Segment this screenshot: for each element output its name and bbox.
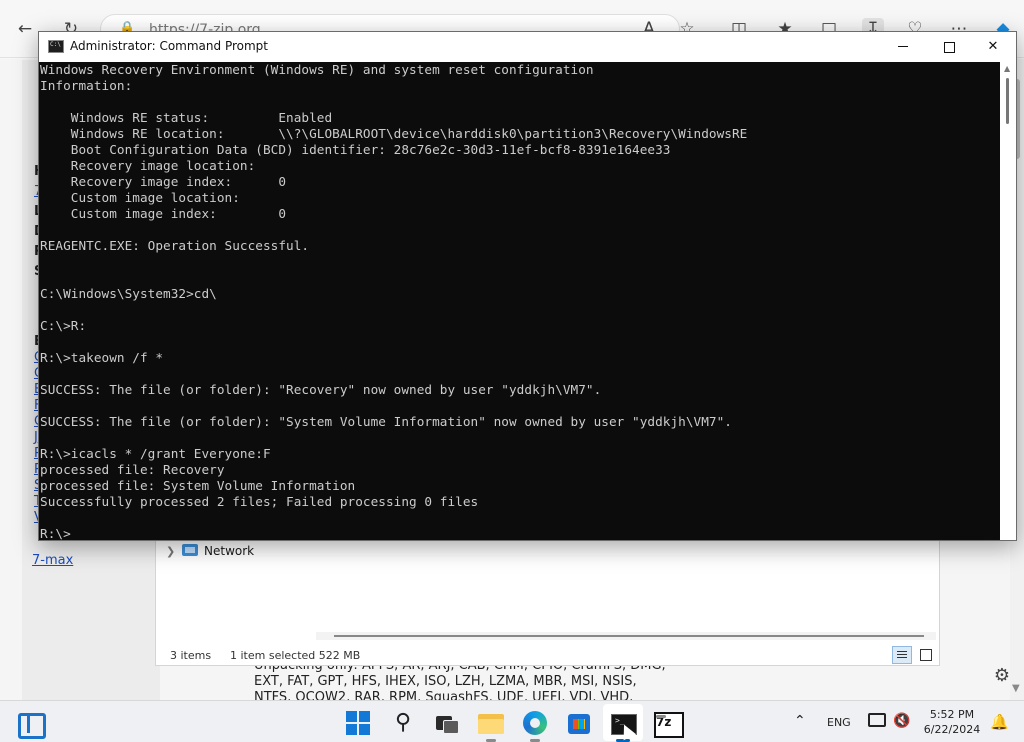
command-prompt-window[interactable]: Administrator: Command Prompt ✕ Windows … <box>38 31 1017 541</box>
cmd-app-icon[interactable] <box>48 40 64 53</box>
console-line: SUCCESS: The file (or folder): "System V… <box>40 414 732 429</box>
console-line: Recovery image index: 0 <box>40 174 287 189</box>
status-selection: 1 item selected 522 MB <box>230 649 361 662</box>
taskbar: ⚲ 7z ⌃ ENG 🔇 5:52 PM 6/22/2024 🔔 <box>0 700 1024 742</box>
gear-icon[interactable]: ⚙ <box>990 665 1014 689</box>
console-line: Successfully processed 2 files; Failed p… <box>40 494 479 509</box>
task-view-icon[interactable] <box>431 707 463 739</box>
file-explorer-icon[interactable] <box>475 707 507 742</box>
display-icon[interactable] <box>868 713 886 727</box>
cmd-titlebar[interactable]: Administrator: Command Prompt ✕ <box>39 32 1016 62</box>
console-prompt-line[interactable]: R:\> <box>40 526 1000 540</box>
console-scrollbar[interactable]: ▲ <box>1000 62 1016 540</box>
back-arrow-icon[interactable]: ← <box>14 18 36 40</box>
console-line: processed file: System Volume Informatio… <box>40 478 356 493</box>
link-7max[interactable]: 7-max <box>32 553 73 568</box>
console-line: REAGENTC.EXE: Operation Successful. <box>40 238 310 253</box>
chevron-up-icon[interactable]: ⌃ <box>794 713 806 729</box>
horizontal-scrollbar-thumb[interactable] <box>334 635 924 637</box>
console-line: Boot Configuration Data (BCD) identifier… <box>40 142 671 157</box>
status-item-count: 3 items <box>170 649 212 662</box>
widgets-icon[interactable] <box>14 707 46 739</box>
minimize-button[interactable] <box>880 32 926 62</box>
console-line: Windows RE location: \\?\GLOBALROOT\devi… <box>40 126 748 141</box>
console-line: Windows RE status: Enabled <box>40 110 333 125</box>
formats-line: EXT, FAT, GPT, HFS, IHEX, ISO, LZH, LZMA… <box>254 674 637 689</box>
network-status-icon[interactable]: 🔇 <box>893 713 910 729</box>
status-bar: 3 items 1 item selected 522 MB <box>156 644 941 666</box>
edge-browser-icon[interactable] <box>519 707 551 742</box>
file-explorer-window: ❯ Network 3 items 1 item selected 522 MB <box>155 540 940 666</box>
windows-start-icon[interactable] <box>342 707 374 739</box>
console-line: C:\>R: <box>40 318 87 333</box>
clock[interactable]: 5:52 PM 6/22/2024 <box>912 707 992 737</box>
microsoft-store-icon[interactable] <box>563 707 595 739</box>
7zip-icon[interactable]: 7z <box>651 707 684 739</box>
clock-date: 6/22/2024 <box>923 723 981 736</box>
chevron-right-icon[interactable]: ❯ <box>166 545 182 558</box>
large-icons-view-button[interactable] <box>916 646 936 664</box>
console-line: processed file: Recovery <box>40 462 225 477</box>
console-line: SUCCESS: The file (or folder): "Recovery… <box>40 382 602 397</box>
console-line: Information: <box>40 78 133 93</box>
network-icon <box>182 544 198 556</box>
console-scrollbar-thumb[interactable] <box>1006 78 1009 124</box>
console-line: C:\Windows\System32>cd\ <box>40 286 217 301</box>
console-output[interactable]: Windows Recovery Environment (Windows RE… <box>39 62 1000 540</box>
console-line: R:\>takeown /f * <box>40 350 164 365</box>
clock-time: 5:52 PM <box>929 708 975 721</box>
window-title: Administrator: Command Prompt <box>70 39 268 53</box>
horizontal-scrollbar[interactable] <box>316 632 936 640</box>
maximize-button[interactable] <box>926 32 972 62</box>
details-view-button[interactable] <box>892 646 912 664</box>
search-icon[interactable]: ⚲ <box>387 707 419 739</box>
scroll-up-icon[interactable]: ▲ <box>1004 64 1010 73</box>
notification-icon[interactable]: 🔔 <box>990 713 1009 731</box>
nav-item-label: Network <box>204 544 255 558</box>
console-line: Recovery image location: <box>40 158 256 173</box>
console-line: Custom image index: 0 <box>40 206 287 221</box>
console-line: Custom image location: <box>40 190 240 205</box>
input-language[interactable]: ENG <box>827 716 851 729</box>
nav-item-network[interactable]: ❯ Network <box>166 544 254 564</box>
console-line: R:\>icacls * /grant Everyone:F <box>40 446 271 461</box>
close-button[interactable]: ✕ <box>970 32 1016 62</box>
console-line: Windows Recovery Environment (Windows RE… <box>40 62 594 77</box>
